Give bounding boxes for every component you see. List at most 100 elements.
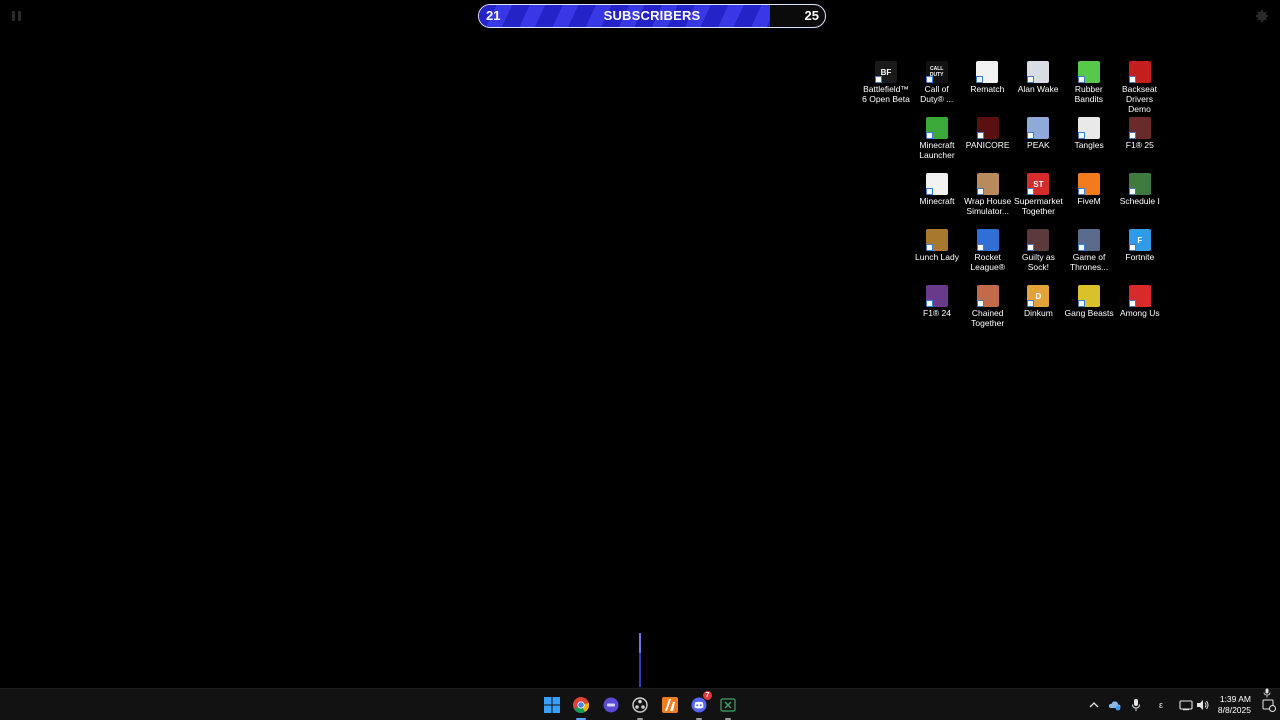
onedrive-tray-button[interactable] — [1105, 695, 1125, 715]
call-of-duty-icon: CALL DUTY — [925, 61, 948, 83]
desktop-icon-label: Lunch Lady — [915, 252, 959, 262]
desktop-icon-fortnite[interactable]: F Fortnite — [1115, 229, 1165, 262]
chrome-icon — [573, 697, 589, 713]
desktop-icon-fivem[interactable]: FiveM — [1064, 173, 1114, 206]
desktop-icon-label: Chained Together — [971, 308, 1005, 328]
desktop-icon-label: Alan Wake — [1017, 84, 1059, 94]
desktop-icon-label: Rubber Bandits — [1074, 84, 1103, 104]
desktop-icon-schedule-i[interactable]: Schedule I — [1115, 173, 1165, 206]
desktop-icon-f1-25[interactable]: F1® 25 — [1115, 117, 1165, 150]
desktop-icon-rubber-bandits[interactable]: Rubber Bandits — [1064, 61, 1114, 104]
desktop-icon-guilty-as-sock[interactable]: Guilty as Sock! — [1013, 229, 1063, 272]
network-icon — [1179, 700, 1193, 711]
language-indicator[interactable]: ε — [1151, 695, 1171, 715]
show-hidden-icons-button[interactable] — [1084, 695, 1104, 715]
desktop-icon-label: PANICORE — [965, 140, 1010, 150]
cloud-sync-icon — [1108, 701, 1121, 711]
desktop-icon-gang-beasts[interactable]: Gang Beasts — [1064, 285, 1114, 318]
desktop-icon-label: Game of Thrones... — [1069, 252, 1109, 272]
panicore-icon — [976, 117, 999, 139]
desktop-icon-label: Supermarket Together — [1014, 196, 1063, 216]
desktop-icon-dinkum[interactable]: D Dinkum — [1013, 285, 1063, 318]
desktop-icon-label: F1® 24 — [923, 308, 951, 318]
backseat-drivers-demo-icon — [1128, 61, 1151, 83]
desktop-icon-backseat-drivers-demo[interactable]: Backseat Drivers Demo — [1115, 61, 1165, 114]
desktop-icon-supermarket-together[interactable]: ST Supermarket Together — [1013, 173, 1063, 216]
desktop-icon-label: FiveM — [1077, 196, 1101, 206]
desktop-icon-label: Dinkum — [1023, 308, 1053, 318]
desktop-icon-label: Call of Duty® ... — [920, 84, 954, 104]
discord-badge: 7 — [703, 691, 712, 700]
chained-together-icon — [976, 285, 999, 307]
start-button[interactable] — [542, 695, 562, 715]
discord-taskbar-button[interactable]: 7 — [689, 691, 712, 720]
desktop-icon-minecraft-launcher[interactable]: Minecraft Launcher — [912, 117, 962, 160]
rocket-league-icon — [976, 229, 999, 251]
taskbar: 7 ε 1:39 AM 8/8/2025 — [0, 688, 1280, 720]
dinkum-icon: D — [1027, 285, 1050, 307]
tangles-icon — [1078, 117, 1101, 139]
desktop-icon-f1-24[interactable]: F1® 24 — [912, 285, 962, 318]
desktop-icon-lunch-lady[interactable]: Lunch Lady — [912, 229, 962, 262]
desktop-icon-label: Wrap House Simulator... — [964, 196, 1012, 216]
game-of-thrones-icon — [1078, 229, 1101, 251]
desktop-icon-rematch[interactable]: Rematch — [962, 61, 1012, 94]
desktop-icon-call-of-duty[interactable]: CALL DUTY Call of Duty® ... — [912, 61, 962, 104]
obs-icon — [632, 697, 648, 713]
microphone-tray-button[interactable] — [1126, 695, 1146, 715]
desktop-icon-label: Minecraft Launcher — [919, 140, 955, 160]
desktop-icon-wrap-house-simulator[interactable]: Wrap House Simulator... — [963, 173, 1013, 216]
excel-icon — [720, 698, 736, 712]
f1-24-icon — [926, 285, 948, 307]
desktop-icon-label: Gang Beasts — [1064, 308, 1114, 318]
desktop-icon-rocket-league[interactable]: Rocket League® — [963, 229, 1013, 272]
desktop-icon-game-of-thrones[interactable]: Game of Thrones... — [1064, 229, 1114, 272]
fivem-icon — [1078, 173, 1101, 195]
desktop-icon-label: Battlefield™ 6 Open Beta — [862, 84, 910, 104]
alan-wake-icon — [1027, 61, 1050, 83]
supermarket-together-icon: ST — [1027, 173, 1050, 195]
battlefield-6-open-beta-icon: BF — [875, 61, 897, 83]
desktop-icon-battlefield-6-open-beta[interactable]: BF Battlefield™ 6 Open Beta — [861, 61, 911, 104]
desktop-icon-among-us[interactable]: Among Us — [1115, 285, 1165, 318]
desktop-icon-peak[interactable]: PEAK — [1013, 117, 1063, 150]
lunch-lady-icon — [926, 229, 948, 251]
desktop-icon-alan-wake[interactable]: Alan Wake — [1013, 61, 1063, 94]
desktop-icon-chained-together[interactable]: Chained Together — [963, 285, 1013, 328]
peak-icon — [1027, 117, 1050, 139]
desktop-icon-label: F1® 25 — [1125, 140, 1154, 150]
volume-tray-button[interactable] — [1193, 695, 1213, 715]
app-taskbar-button[interactable] — [601, 695, 621, 715]
desktop-icon-panicore[interactable]: PANICORE — [963, 117, 1013, 150]
f1-25-icon — [1128, 117, 1151, 139]
guilty-as-sock-icon — [1027, 229, 1050, 251]
fivem-taskbar-button[interactable] — [660, 695, 680, 715]
purple-app-icon — [603, 697, 619, 713]
desktop-icon-label: Among Us — [1119, 308, 1160, 318]
microphone-icon — [1132, 699, 1140, 711]
chrome-taskbar-button[interactable] — [571, 695, 591, 720]
windows-icon — [544, 697, 560, 713]
fivem-icon — [662, 697, 678, 713]
obs-taskbar-button[interactable] — [630, 695, 650, 720]
desktop-icon-label: Rematch — [970, 84, 1005, 94]
clock-date: 8/8/2025 — [1217, 705, 1251, 715]
mic-in-use-indicator — [1263, 685, 1271, 703]
desktop-icon-label: Guilty as Sock! — [1021, 252, 1055, 272]
chevron-up-icon — [1089, 702, 1099, 708]
system-clock[interactable]: 1:39 AM 8/8/2025 — [1218, 694, 1251, 716]
rubber-bandits-icon — [1077, 61, 1100, 83]
desktop-icon-grid: BF Battlefield™ 6 Open Beta CALL DUTY Call … — [0, 0, 1280, 690]
rematch-icon — [976, 61, 999, 83]
desktop-icon-label: Minecraft — [919, 196, 955, 206]
cursor-trail-icon — [639, 633, 641, 687]
wrap-house-simulator-icon — [976, 173, 999, 195]
desktop-icon-minecraft[interactable]: Minecraft — [912, 173, 962, 206]
among-us-icon — [1128, 285, 1151, 307]
speaker-icon — [1197, 700, 1209, 710]
excel-taskbar-button[interactable] — [718, 695, 738, 720]
desktop-icon-tangles[interactable]: Tangles — [1064, 117, 1114, 150]
desktop-icon-label: Tangles — [1074, 140, 1104, 150]
desktop-icon-label: Fortnite — [1125, 252, 1155, 262]
desktop-icon-label: Schedule I — [1119, 196, 1160, 206]
